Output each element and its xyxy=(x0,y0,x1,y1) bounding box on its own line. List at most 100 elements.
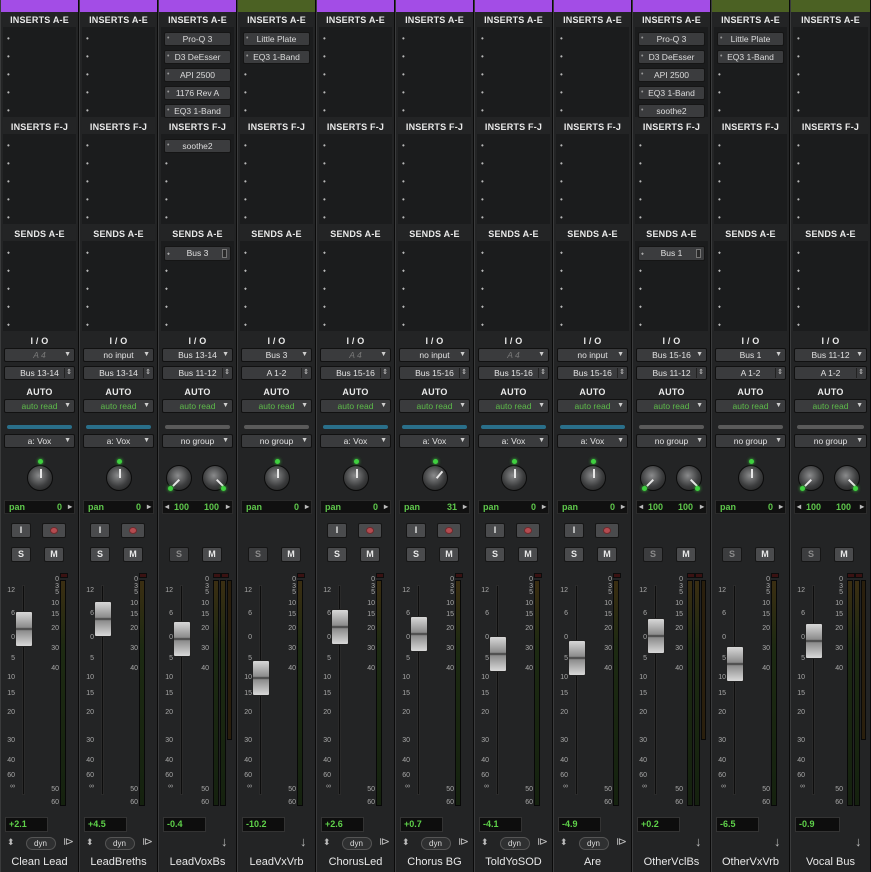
empty-send-slot[interactable]: ⬩ xyxy=(165,285,168,293)
pan-right-knob[interactable] xyxy=(676,465,702,491)
volume-fader[interactable] xyxy=(252,659,270,696)
empty-send-slot[interactable]: ⬩ xyxy=(7,285,10,293)
empty-send-slot[interactable]: ⬩ xyxy=(718,267,721,275)
empty-send-slot[interactable]: ⬩ xyxy=(481,303,484,311)
empty-send-slot[interactable]: ⬩ xyxy=(323,303,326,311)
empty-send-slot[interactable]: ⬩ xyxy=(718,249,721,257)
empty-insert-slot[interactable]: • xyxy=(797,71,800,79)
empty-insert-slot[interactable]: • xyxy=(323,89,326,97)
empty-send-slot[interactable]: ⬩ xyxy=(244,267,247,275)
volume-readout[interactable]: +2.6 xyxy=(321,817,364,832)
empty-send-slot[interactable]: ⬩ xyxy=(323,285,326,293)
track-name[interactable]: OtherVxVrb xyxy=(712,856,789,870)
input-selector[interactable]: Bus 13-14 ▼ xyxy=(162,348,233,362)
empty-insert-slot[interactable]: • xyxy=(165,160,168,168)
voice-up-down-icon[interactable]: ⬍ xyxy=(481,837,489,848)
empty-insert-slot[interactable]: • xyxy=(323,53,326,61)
solo-button[interactable]: S xyxy=(485,547,505,562)
empty-insert-slot[interactable]: • xyxy=(86,160,89,168)
empty-insert-slot[interactable]: • xyxy=(481,71,484,79)
empty-insert-slot[interactable]: • xyxy=(560,142,563,150)
empty-insert-slot[interactable]: • xyxy=(797,214,800,222)
empty-send-slot[interactable]: ⬩ xyxy=(244,249,247,257)
empty-insert-slot[interactable]: • xyxy=(560,53,563,61)
automation-mode-selector[interactable]: auto read ▼ xyxy=(4,399,75,413)
volume-fader[interactable] xyxy=(568,639,586,676)
output-selector[interactable]: Bus 13-14 ⇕ xyxy=(4,366,75,380)
empty-insert-slot[interactable]: • xyxy=(560,160,563,168)
mute-button[interactable]: M xyxy=(676,547,696,562)
voice-up-down-icon[interactable]: ⬍ xyxy=(86,837,94,848)
pan-knob[interactable] xyxy=(737,459,764,491)
empty-insert-slot[interactable]: • xyxy=(7,107,10,115)
track-name[interactable]: Vocal Bus xyxy=(791,856,870,870)
pan-left-knob[interactable] xyxy=(640,465,666,491)
empty-send-slot[interactable]: ⬩ xyxy=(323,267,326,275)
empty-send-slot[interactable]: ⬩ xyxy=(86,303,89,311)
track-name[interactable]: OtherVclBs xyxy=(633,856,710,870)
empty-insert-slot[interactable]: • xyxy=(481,142,484,150)
empty-insert-slot[interactable]: • xyxy=(481,35,484,43)
output-selector[interactable]: Bus 13-14 ⇕ xyxy=(83,366,154,380)
dyn-voice-button[interactable]: dyn xyxy=(104,837,135,850)
mute-button[interactable]: M xyxy=(360,547,380,562)
empty-send-slot[interactable]: ⬩ xyxy=(560,303,563,311)
empty-send-slot[interactable]: ⬩ xyxy=(402,249,405,257)
empty-insert-slot[interactable]: • xyxy=(639,142,642,150)
voice-up-down-icon[interactable]: ⬍ xyxy=(560,837,568,848)
output-selector[interactable]: Bus 15-16 ⇕ xyxy=(399,366,470,380)
mute-button[interactable]: M xyxy=(202,547,222,562)
empty-send-slot[interactable]: ⬩ xyxy=(165,321,168,329)
empty-insert-slot[interactable]: • xyxy=(402,53,405,61)
empty-insert-slot[interactable]: • xyxy=(86,71,89,79)
empty-insert-slot[interactable]: • xyxy=(165,214,168,222)
empty-insert-slot[interactable]: • xyxy=(86,196,89,204)
dyn-voice-button[interactable]: dyn xyxy=(25,837,56,850)
mute-button[interactable]: M xyxy=(597,547,617,562)
solo-button[interactable]: S xyxy=(801,547,821,562)
empty-insert-slot[interactable]: • xyxy=(86,178,89,186)
empty-insert-slot[interactable]: • xyxy=(323,178,326,186)
record-arm-button[interactable] xyxy=(516,523,540,538)
empty-insert-slot[interactable]: • xyxy=(7,71,10,79)
send-slot[interactable]: ⬩ Bus 3 xyxy=(164,246,231,261)
empty-insert-slot[interactable]: • xyxy=(7,89,10,97)
voice-up-down-icon[interactable]: ⬍ xyxy=(7,837,15,848)
empty-insert-slot[interactable]: • xyxy=(323,196,326,204)
automation-mode-selector[interactable]: auto read ▼ xyxy=(399,399,470,413)
automation-mode-selector[interactable]: auto read ▼ xyxy=(241,399,312,413)
empty-send-slot[interactable]: ⬩ xyxy=(7,267,10,275)
empty-insert-slot[interactable]: • xyxy=(481,53,484,61)
output-selector[interactable]: Bus 15-16 ⇕ xyxy=(478,366,549,380)
input-selector[interactable]: no input ▼ xyxy=(83,348,154,362)
input-selector[interactable]: Bus 11-12 ▼ xyxy=(794,348,867,362)
empty-send-slot[interactable]: ⬩ xyxy=(402,303,405,311)
input-monitor-button[interactable]: I xyxy=(11,523,31,538)
automation-mode-selector[interactable]: auto read ▼ xyxy=(794,399,867,413)
record-arm-button[interactable] xyxy=(358,523,382,538)
empty-insert-slot[interactable]: • xyxy=(560,196,563,204)
empty-insert-slot[interactable]: • xyxy=(718,71,721,79)
empty-insert-slot[interactable]: • xyxy=(481,214,484,222)
empty-insert-slot[interactable]: • xyxy=(560,35,563,43)
input-selector[interactable]: A 4 ▼ xyxy=(4,348,75,362)
solo-button[interactable]: S xyxy=(90,547,110,562)
empty-send-slot[interactable]: ⬩ xyxy=(639,321,642,329)
empty-insert-slot[interactable]: • xyxy=(86,35,89,43)
volume-readout[interactable]: -0.9 xyxy=(795,817,840,832)
output-selector[interactable]: Bus 15-16 ⇕ xyxy=(320,366,391,380)
track-name[interactable]: LeadVxVrb xyxy=(238,856,315,870)
empty-send-slot[interactable]: ⬩ xyxy=(797,249,800,257)
insert-slot[interactable]: • API 2500 xyxy=(164,68,231,82)
group-selector[interactable]: no group ▼ xyxy=(162,434,233,448)
pan-knob[interactable] xyxy=(105,459,132,491)
volume-readout[interactable]: +0.7 xyxy=(400,817,443,832)
insert-slot[interactable]: • API 2500 xyxy=(638,68,705,82)
solo-button[interactable]: S xyxy=(564,547,584,562)
input-monitor-button[interactable]: I xyxy=(406,523,426,538)
record-arm-button[interactable] xyxy=(437,523,461,538)
track-name[interactable]: Chorus BG xyxy=(396,856,473,870)
empty-send-slot[interactable]: ⬩ xyxy=(165,267,168,275)
pan-left-knob[interactable] xyxy=(166,465,192,491)
empty-send-slot[interactable]: ⬩ xyxy=(7,303,10,311)
